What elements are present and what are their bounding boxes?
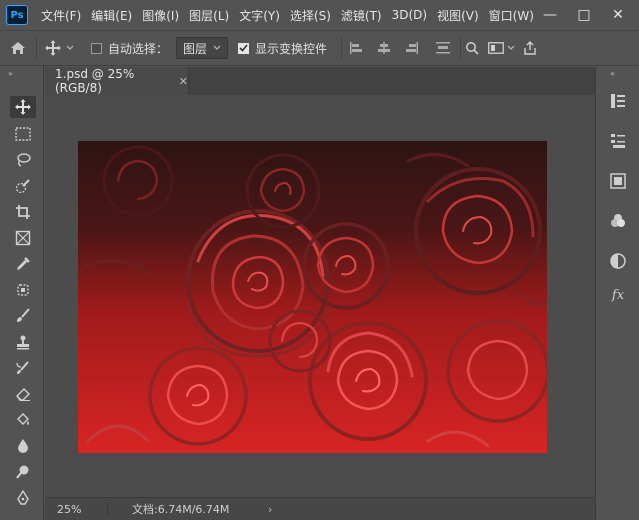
auto-select-label: 自动选择： <box>108 41 169 56</box>
channels-panel-icon[interactable] <box>606 210 630 232</box>
show-transform-label: 显示变换控件 <box>255 41 328 56</box>
document-image[interactable] <box>78 141 547 453</box>
menu-layer[interactable]: 图层(L) <box>184 7 234 24</box>
maximize-button[interactable]: □ <box>567 0 601 30</box>
history-panel-icon[interactable] <box>606 90 630 112</box>
zoom-level[interactable]: 25% <box>57 503 107 516</box>
lasso-tool-icon[interactable] <box>10 149 36 171</box>
workspace-switcher[interactable] <box>483 42 519 54</box>
eyedropper-tool-icon[interactable] <box>10 253 36 275</box>
workspace-icon <box>487 42 504 54</box>
options-bar: 自动选择： 图层 显示变换控件 <box>0 30 639 66</box>
chevron-down-icon <box>507 45 514 50</box>
align-right-icon[interactable] <box>398 41 426 55</box>
home-icon[interactable] <box>0 41 36 55</box>
dodge-tool-icon[interactable] <box>10 461 36 483</box>
distribute-icon[interactable] <box>426 41 460 55</box>
menu-type[interactable]: 文字(Y) <box>234 7 285 24</box>
fx-icon[interactable]: fx <box>606 284 630 306</box>
clone-stamp-tool-icon[interactable] <box>10 331 36 353</box>
move-icon <box>45 40 61 56</box>
move-tool-icon[interactable] <box>10 96 36 118</box>
status-bar: 25% 文档:6.74M/6.74M › <box>45 497 595 520</box>
properties-panel-icon[interactable] <box>606 130 630 152</box>
panel-dock: « fx <box>595 66 639 520</box>
status-info-arrow[interactable]: › <box>268 503 272 516</box>
menu-edit[interactable]: 编辑(E) <box>86 7 137 24</box>
window-controls: — □ ✕ <box>533 0 635 30</box>
blur-tool-icon[interactable] <box>10 435 36 457</box>
quick-selection-tool-icon[interactable] <box>10 175 36 197</box>
align-horizontal-center-icon[interactable] <box>370 41 398 55</box>
collapse-panel-icon[interactable]: « <box>610 69 615 78</box>
tools-panel: » <box>0 66 44 520</box>
history-brush-tool-icon[interactable] <box>10 357 36 379</box>
close-tab-icon[interactable]: ✕ <box>179 75 188 88</box>
menu-3d[interactable]: 3D(D) <box>387 8 432 22</box>
brush-tool-icon[interactable] <box>10 305 36 327</box>
pen-tool-icon[interactable] <box>10 487 36 509</box>
frame-tool-icon[interactable] <box>10 227 36 249</box>
embossed-roses-image <box>78 141 547 453</box>
adjustments-panel-icon[interactable] <box>606 250 630 272</box>
auto-select-target-dropdown[interactable]: 图层 <box>176 37 229 59</box>
align-left-icon[interactable] <box>342 41 370 55</box>
libraries-panel-icon[interactable] <box>606 170 630 192</box>
move-tool-preset-picker[interactable] <box>37 39 81 57</box>
eraser-tool-icon[interactable] <box>10 383 36 405</box>
separator <box>107 502 108 516</box>
auto-select-target-value: 图层 <box>183 41 208 56</box>
chevron-down-icon <box>213 45 221 50</box>
share-icon[interactable] <box>519 41 541 55</box>
menu-filter[interactable]: 滤镜(T) <box>336 7 387 24</box>
show-transform-checkbox[interactable] <box>238 42 250 54</box>
healing-brush-tool-icon[interactable] <box>10 279 36 301</box>
auto-select-checkbox[interactable] <box>91 42 102 54</box>
menu-select[interactable]: 选择(S) <box>285 7 336 24</box>
minimize-button[interactable]: — <box>533 0 567 30</box>
close-button[interactable]: ✕ <box>601 0 635 30</box>
checkmark-icon <box>239 44 248 52</box>
canvas-area[interactable] <box>45 95 595 497</box>
document-size-info: 文档:6.74M/6.74M <box>132 503 230 516</box>
menu-bar: Ps 文件(F) 编辑(E) 图像(I) 图层(L) 文字(Y) 选择(S) 滤… <box>0 0 639 30</box>
document-tab[interactable]: 1.psd @ 25%(RGB/8) ✕ <box>45 67 189 95</box>
paint-bucket-tool-icon[interactable] <box>10 409 36 431</box>
marquee-tool-icon[interactable] <box>10 123 36 145</box>
app-logo: Ps <box>6 5 28 25</box>
collapse-panel-icon[interactable]: » <box>8 69 13 78</box>
search-icon[interactable] <box>461 41 483 55</box>
document-tab-title: 1.psd @ 25%(RGB/8) <box>55 67 135 95</box>
menu-window[interactable]: 窗口(W) <box>484 7 539 24</box>
menu-file[interactable]: 文件(F) <box>36 7 86 24</box>
crop-tool-icon[interactable] <box>10 201 36 223</box>
chevron-down-icon <box>66 45 74 50</box>
menu-view[interactable]: 视图(V) <box>432 7 484 24</box>
menu-image[interactable]: 图像(I) <box>137 7 184 24</box>
